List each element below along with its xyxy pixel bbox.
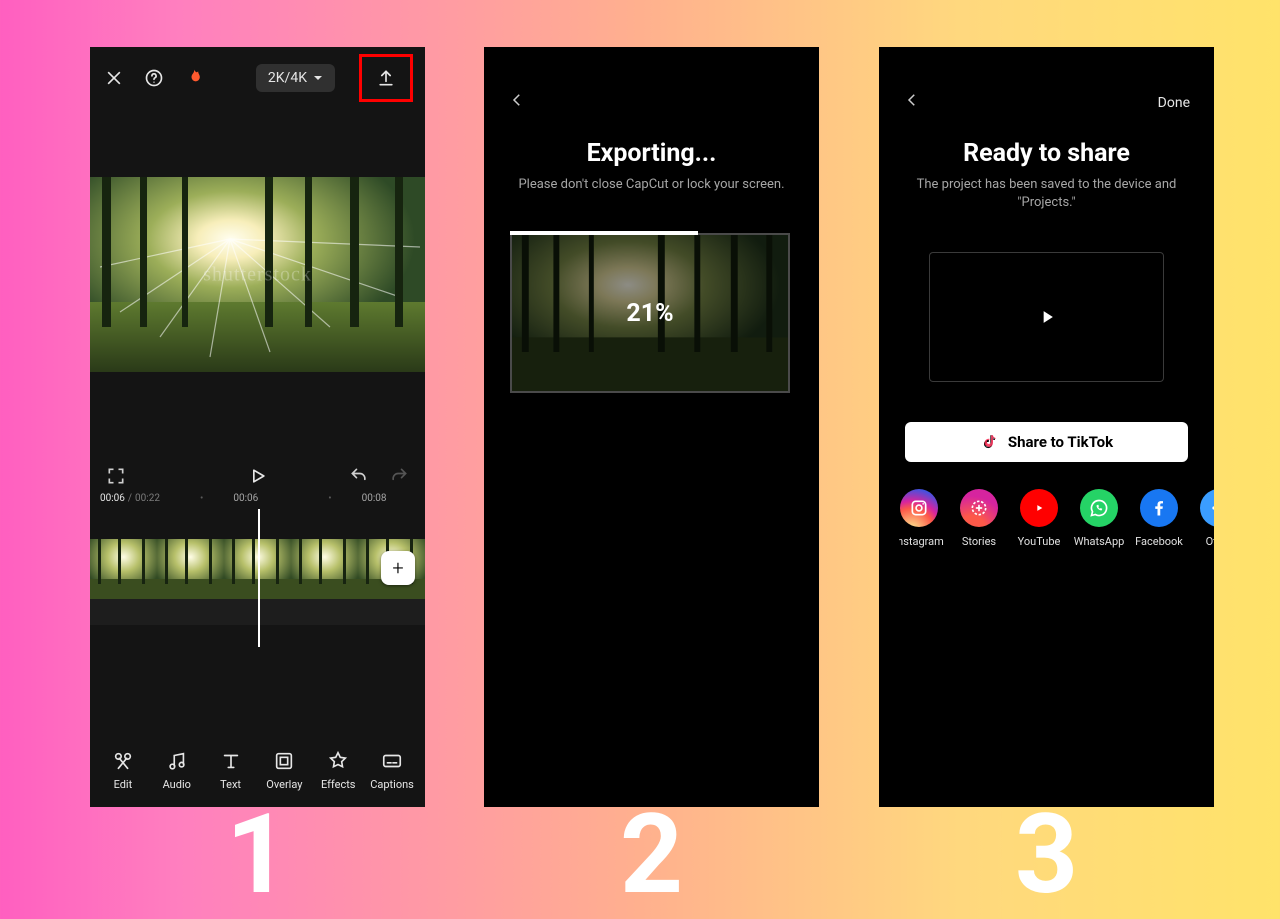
facebook-icon	[1140, 489, 1178, 527]
export-percent: 21%	[512, 235, 788, 391]
screen-editor: 2K/4K	[90, 47, 425, 807]
play-icon[interactable]	[248, 466, 268, 486]
tool-overlay[interactable]: Overlay	[259, 750, 309, 791]
tool-captions[interactable]: Captions	[367, 750, 417, 791]
step-number-3: 3	[879, 800, 1214, 910]
step-number-2: 2	[484, 800, 819, 910]
tool-effects[interactable]: Effects	[313, 750, 363, 791]
back-icon[interactable]	[903, 91, 921, 109]
youtube-icon	[1020, 489, 1058, 527]
share-instagram[interactable]: Instagram	[899, 489, 939, 548]
tool-audio[interactable]: Audio	[152, 750, 202, 791]
share-subtitle: The project has been saved to the device…	[879, 176, 1214, 212]
resolution-label: 2K/4K	[268, 70, 307, 86]
time-total: 00:22	[135, 493, 160, 504]
share-whatsapp[interactable]: WhatsApp	[1079, 489, 1119, 548]
exporting-subtitle: Please don't close CapCut or lock your s…	[484, 176, 819, 194]
resolution-selector[interactable]: 2K/4K	[256, 64, 335, 92]
share-stories[interactable]: Stories	[959, 489, 999, 548]
export-thumbnail: 21%	[510, 233, 790, 393]
add-clip-button[interactable]: +	[381, 551, 415, 585]
export-button[interactable]	[359, 54, 413, 102]
share-youtube[interactable]: YouTube	[1019, 489, 1059, 548]
exporting-title: Exporting...	[484, 139, 819, 168]
video-preview[interactable]: shutterstock	[90, 177, 425, 372]
share-targets-row: Instagram Stories YouTube WhatsApp Faceb…	[899, 489, 1214, 548]
done-button[interactable]: Done	[1158, 95, 1190, 111]
editor-topbar: 2K/4K	[90, 47, 425, 109]
tool-text[interactable]: Text	[206, 750, 256, 791]
whatsapp-icon	[1080, 489, 1118, 527]
back-icon[interactable]	[508, 91, 526, 109]
timeline-ruler[interactable]: 00:06 / 00:22 • 00:06 • 00:08 • 00:10	[100, 493, 425, 507]
stories-icon	[960, 489, 998, 527]
watermark-text: shutterstock	[203, 263, 312, 286]
close-icon[interactable]	[102, 66, 126, 90]
tiktok-icon	[980, 433, 998, 451]
step-number-1: 1	[90, 800, 425, 910]
screen-exporting: Exporting... Please don't close CapCut o…	[484, 47, 819, 807]
share-tiktok-label: Share to TikTok	[1008, 433, 1113, 451]
time-current: 00:06	[100, 493, 125, 504]
flame-icon[interactable]	[182, 66, 206, 90]
timeline-playhead[interactable]	[258, 509, 260, 647]
video-thumbnail[interactable]	[929, 252, 1164, 382]
help-icon[interactable]	[142, 66, 166, 90]
share-facebook[interactable]: Facebook	[1139, 489, 1179, 548]
share-tiktok-button[interactable]: Share to TikTok	[905, 422, 1188, 462]
redo-icon	[389, 466, 409, 486]
tool-edit[interactable]: Edit	[98, 750, 148, 791]
more-icon	[1200, 489, 1214, 527]
share-title: Ready to share	[879, 139, 1214, 168]
screen-share: Done Ready to share The project has been…	[879, 47, 1214, 807]
undo-icon[interactable]	[349, 466, 369, 486]
share-other[interactable]: Other	[1199, 489, 1214, 548]
fullscreen-icon[interactable]	[106, 466, 126, 486]
instagram-icon	[900, 489, 938, 527]
